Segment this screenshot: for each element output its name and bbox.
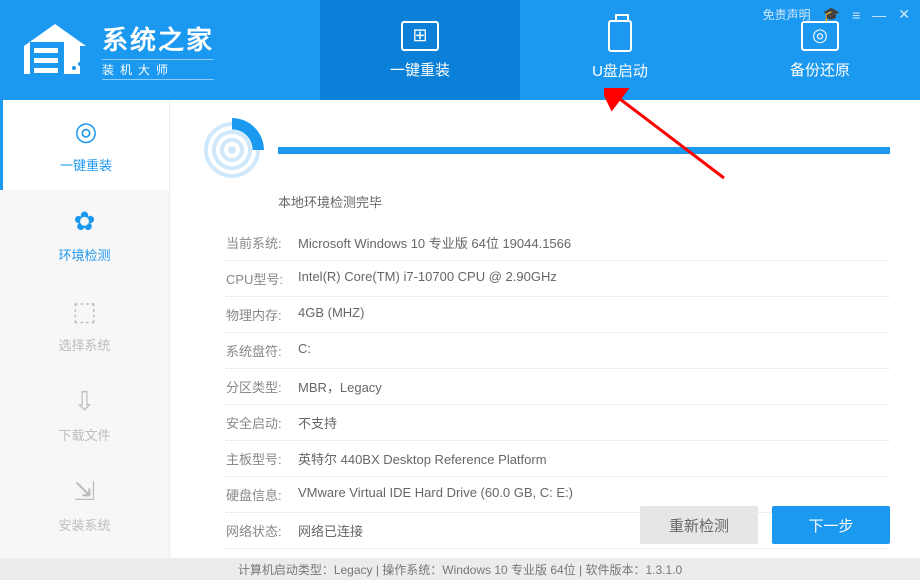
app-title: 系统之家 [102,20,214,57]
sidebar-item-download[interactable]: ⇩ 下载文件 [0,370,169,460]
sidebar-item-label: 安装系统 [58,515,110,534]
tab-usbboot-label: U盘启动 [592,60,648,81]
sidebar-item-envcheck[interactable]: ✿ 环境检测 [0,190,169,280]
status-bar: 计算机启动类型：Legacy | 操作系统：Windows 10 专业版 64位… [0,558,920,580]
download-icon: ⇩ [74,386,96,417]
sidebar-item-label: 选择系统 [58,335,110,354]
main-panel: 本地环境检测完毕 当前系统:Microsoft Windows 10 专业版 6… [170,100,920,558]
sidebar-item-label: 一键重装 [60,155,112,174]
env-info-list: 当前系统:Microsoft Windows 10 专业版 64位 19044.… [226,225,890,549]
restore-icon [801,21,839,51]
row-secureboot: 安全启动:不支持 [226,405,890,441]
box-arrow-icon: ⇲ [74,476,96,507]
usb-icon [608,20,632,52]
shield-check-icon: ✿ [74,206,96,237]
row-current-os: 当前系统:Microsoft Windows 10 专业版 64位 19044.… [226,225,890,261]
app-subtitle: 装机大师 [102,59,214,80]
target-icon: ◎ [75,116,98,147]
row-ram: 物理内存:4GB (MHZ) [226,297,890,333]
row-sysdrive: 系统盘符:C: [226,333,890,369]
tab-backup-label: 备份还原 [790,59,850,80]
monitor-icon [401,21,439,51]
recheck-button[interactable]: 重新检测 [640,506,758,544]
tab-reinstall-label: 一键重装 [390,59,450,80]
sidebar-item-label: 下载文件 [58,425,110,444]
cursor-icon: ⬚ [72,296,97,327]
sidebar-item-install[interactable]: ⇲ 安装系统 [0,460,169,550]
row-mobo: 主板型号:英特尔 440BX Desktop Reference Platfor… [226,441,890,477]
row-cpu: CPU型号:Intel(R) Core(TM) i7-10700 CPU @ 2… [226,261,890,297]
row-parttype: 分区类型:MBR，Legacy [226,369,890,405]
sidebar-item-label: 环境检测 [58,245,110,264]
top-tabs: 一键重装 U盘启动 备份还原 [320,0,920,100]
header: 免责声明 🎓 ≡ — ✕ 系统之家 装机大师 一键重装 U盘启动 备份还原 [0,0,920,100]
sidebar: ◎ 一键重装 ✿ 环境检测 ⬚ 选择系统 ⇩ 下载文件 ⇲ 安装系统 [0,100,170,558]
logo-area: 系统之家 装机大师 [0,0,320,100]
next-button[interactable]: 下一步 [772,506,890,544]
sidebar-item-reinstall[interactable]: ◎ 一键重装 [0,100,169,190]
sidebar-item-selectsys[interactable]: ⬚ 选择系统 [0,280,169,370]
tab-backup[interactable]: 备份还原 [720,0,920,100]
tab-usbboot[interactable]: U盘启动 [520,0,720,100]
progress-bar [278,147,890,154]
tab-reinstall[interactable]: 一键重装 [320,0,520,100]
logo-icon [20,20,90,80]
radar-icon [200,118,264,182]
scan-status-text: 本地环境检测完毕 [278,192,890,211]
